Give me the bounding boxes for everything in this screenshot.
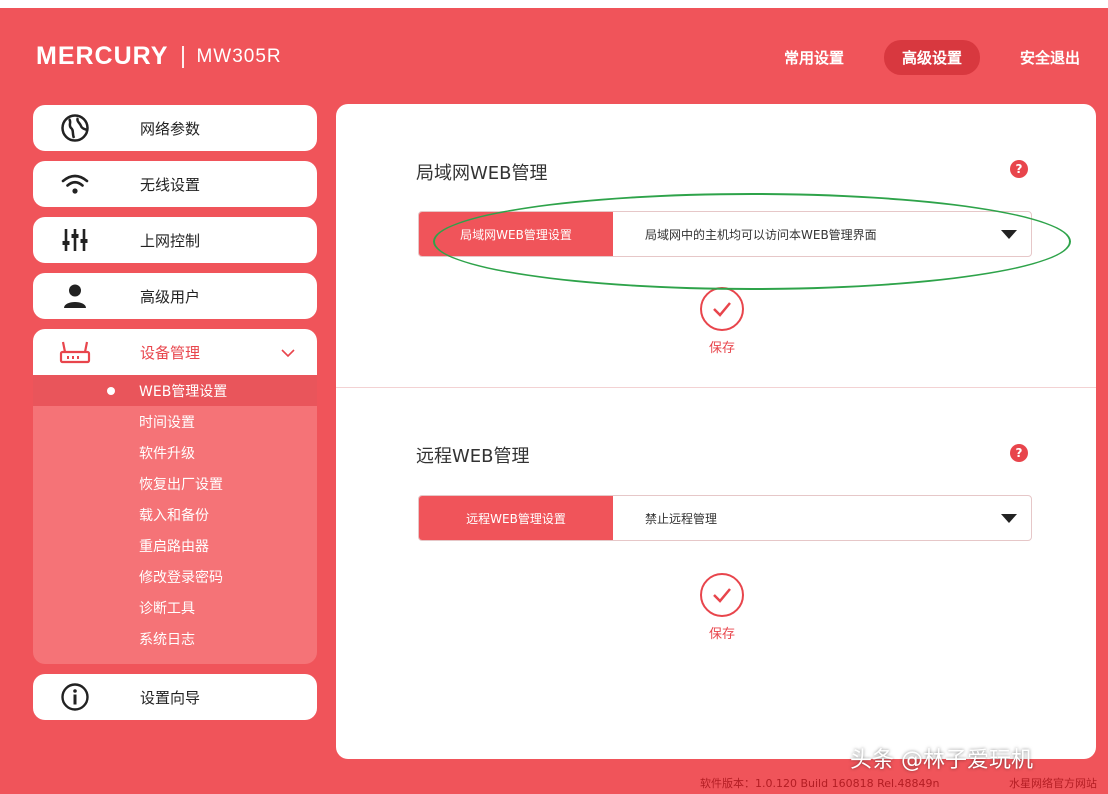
remote-select-value: 禁止远程管理 (645, 511, 718, 526)
submenu-item-system-log[interactable]: 系统日志 (33, 623, 317, 654)
footer-version: 软件版本：1.0.120 Build 160818 Rel.48849n (700, 777, 940, 790)
brand-name: MERCURY (36, 42, 169, 70)
footer: 软件版本：1.0.120 Build 160818 Rel.48849n 水星网… (700, 775, 1097, 791)
remote-web-section: 远程WEB管理 ? 远程WEB管理设置 禁止远程管理 保存 (336, 388, 1096, 759)
lan-section-title: 局域网WEB管理 (416, 163, 548, 184)
sliders-icon (59, 225, 91, 255)
sidebar-item-access-control[interactable]: 上网控制 (33, 217, 317, 263)
dropdown-arrow-icon (1001, 514, 1017, 523)
sidebar-item-label: 高级用户 (140, 287, 201, 306)
nav-common-settings[interactable]: 常用设置 (766, 40, 862, 75)
submenu-item-firmware-upgrade[interactable]: 软件升级 (33, 437, 317, 468)
lan-help-icon[interactable]: ? (1010, 160, 1028, 178)
submenu-item-change-password[interactable]: 修改登录密码 (33, 561, 317, 592)
sidebar-item-advanced-users[interactable]: 高级用户 (33, 273, 317, 319)
active-dot-icon (107, 387, 115, 395)
check-icon (700, 287, 744, 331)
wifi-icon (59, 169, 91, 199)
lan-web-section: 局域网WEB管理 ? 局域网WEB管理设置 局域网中的主机均可以访问本WEB管理… (336, 104, 1096, 387)
globe-icon (59, 113, 91, 143)
remote-help-icon[interactable]: ? (1010, 444, 1028, 462)
sidebar-item-label: 网络参数 (140, 119, 201, 138)
submenu-item-diagnostics[interactable]: 诊断工具 (33, 592, 317, 623)
sidebar-item-wireless[interactable]: 无线设置 (33, 161, 317, 207)
sidebar-item-label: 设置向导 (140, 688, 201, 707)
submenu-item-time[interactable]: 时间设置 (33, 406, 317, 437)
brand-separator (182, 45, 185, 68)
content-panel: 局域网WEB管理 ? 局域网WEB管理设置 局域网中的主机均可以访问本WEB管理… (336, 104, 1096, 759)
dropdown-arrow-icon (1001, 230, 1017, 239)
sidebar-item-label: 设备管理 (140, 343, 201, 362)
lan-field-label: 局域网WEB管理设置 (419, 212, 613, 256)
check-icon (700, 573, 744, 617)
chevron-down-icon[interactable] (281, 345, 295, 359)
remote-web-select[interactable]: 禁止远程管理 (613, 496, 1031, 540)
save-label: 保存 (708, 627, 735, 642)
brand-logo: MERCURY MW305R (36, 42, 282, 71)
nav-advanced-settings[interactable]: 高级设置 (883, 40, 980, 75)
top-strip (0, 0, 1108, 8)
remote-save-button[interactable]: 保存 (700, 573, 744, 642)
sidebar: 网络参数 无线设置 上网控制 高级用户 设备管理 WEB管理设置 时间设置 软件… (33, 105, 317, 730)
submenu-item-web-management[interactable]: WEB管理设置 (33, 375, 317, 406)
router-icon (59, 337, 91, 367)
sidebar-item-label: 上网控制 (140, 231, 201, 250)
user-icon (59, 281, 91, 311)
sidebar-item-device-management[interactable]: 设备管理 (33, 329, 317, 375)
info-icon (59, 682, 91, 712)
top-nav: 常用设置 高级设置 安全退出 (744, 40, 1098, 75)
footer-site-link[interactable]: 水星网络官方网站 (1009, 775, 1097, 791)
nav-logout[interactable]: 安全退出 (1002, 40, 1098, 75)
lan-select-value: 局域网中的主机均可以访问本WEB管理界面 (645, 227, 877, 242)
remote-section-title: 远程WEB管理 (416, 446, 530, 467)
lan-save-button[interactable]: 保存 (700, 287, 744, 356)
remote-field-label: 远程WEB管理设置 (419, 496, 613, 540)
sidebar-item-setup-wizard[interactable]: 设置向导 (33, 674, 317, 720)
save-label: 保存 (708, 341, 735, 356)
lan-web-select[interactable]: 局域网中的主机均可以访问本WEB管理界面 (613, 212, 1031, 256)
device-submenu: WEB管理设置 时间设置 软件升级 恢复出厂设置 载入和备份 重启路由器 修改登… (33, 375, 317, 664)
watermark: 头条 @林子爱玩机 (850, 748, 1033, 773)
sidebar-item-label: 无线设置 (140, 175, 201, 194)
sidebar-item-network[interactable]: 网络参数 (33, 105, 317, 151)
submenu-item-backup[interactable]: 载入和备份 (33, 499, 317, 530)
model-name: MW305R (196, 45, 282, 67)
submenu-item-factory-reset[interactable]: 恢复出厂设置 (33, 468, 317, 499)
submenu-item-reboot[interactable]: 重启路由器 (33, 530, 317, 561)
remote-web-field: 远程WEB管理设置 禁止远程管理 (418, 495, 1032, 541)
lan-web-field: 局域网WEB管理设置 局域网中的主机均可以访问本WEB管理界面 (418, 211, 1032, 257)
